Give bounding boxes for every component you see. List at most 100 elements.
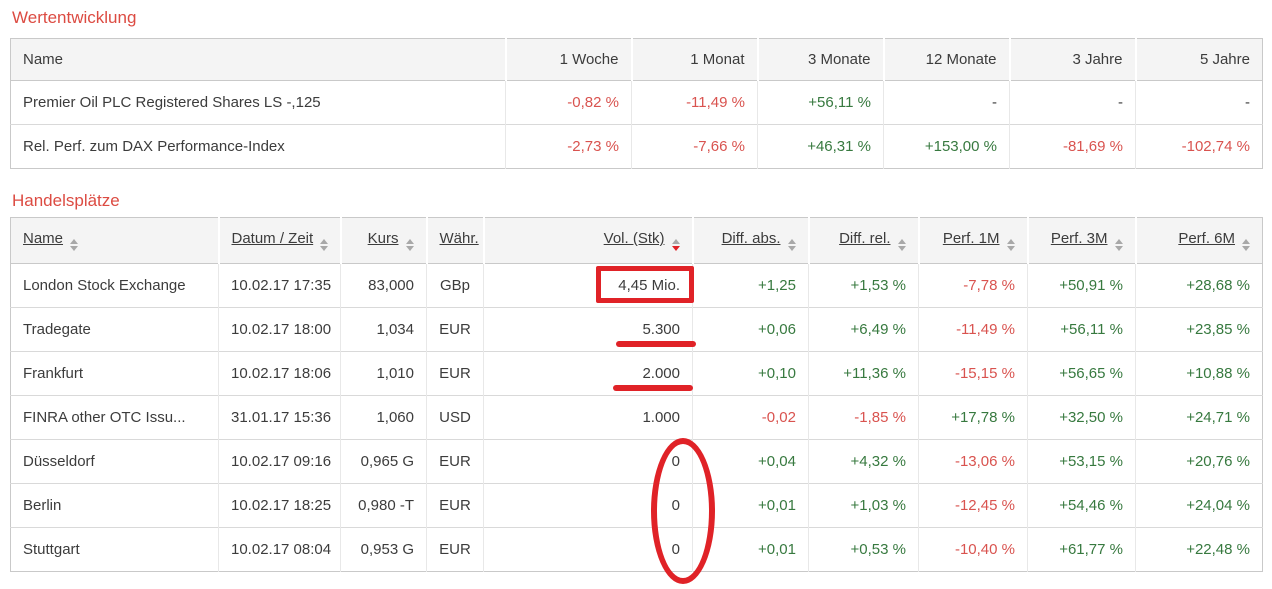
venue-volume: 5.300 [484, 308, 693, 352]
sort-header-diff-rel[interactable]: Diff. rel. [809, 218, 919, 264]
venue-perf-6m: +10,88 % [1136, 352, 1263, 396]
sort-link-kurs[interactable]: Kurs [368, 230, 414, 251]
sort-icon [788, 239, 796, 251]
venue-name: Düsseldorf [11, 440, 219, 484]
perf-12m-value: +153,00 % [884, 125, 1010, 169]
venue-diff-rel: +4,32 % [809, 440, 919, 484]
venue-datetime: 31.01.17 15:36 [219, 396, 341, 440]
venues-table: Name Datum / Zeit Kurs Währ. Vol. (Stk) … [10, 217, 1263, 572]
sort-link-volume[interactable]: Vol. (Stk) [604, 230, 680, 251]
venue-perf-1m: -10,40 % [919, 528, 1028, 572]
venue-diff-abs: +0,01 [693, 484, 809, 528]
venue-name: Stuttgart [11, 528, 219, 572]
venue-currency: EUR [427, 484, 484, 528]
perf-col-5jahre: 5 Jahre [1136, 39, 1263, 81]
sort-header-perf-3m[interactable]: Perf. 3M [1028, 218, 1136, 264]
perf-3m-value: +56,11 % [758, 81, 884, 125]
venue-datetime: 10.02.17 08:04 [219, 528, 341, 572]
venue-diff-rel: +11,36 % [809, 352, 919, 396]
venue-perf-6m: +23,85 % [1136, 308, 1263, 352]
sort-header-diff-abs[interactable]: Diff. abs. [693, 218, 809, 264]
venue-diff-abs: +0,06 [693, 308, 809, 352]
venue-name: Tradegate [11, 308, 219, 352]
table-row: Frankfurt 10.02.17 18:06 1,010 EUR 2.000… [11, 352, 1263, 396]
sort-icon [898, 239, 906, 251]
venue-kurs: 0,965 G [341, 440, 427, 484]
sort-link-waehrung[interactable]: Währ. [440, 230, 484, 251]
venue-diff-abs: +1,25 [693, 264, 809, 308]
sort-icon [406, 239, 414, 251]
performance-section-title: Wertentwicklung [12, 8, 1262, 28]
perf-col-1woche: 1 Woche [506, 39, 632, 81]
sort-header-name[interactable]: Name [11, 218, 219, 264]
venue-datetime: 10.02.17 18:06 [219, 352, 341, 396]
table-row: Tradegate 10.02.17 18:00 1,034 EUR 5.300… [11, 308, 1263, 352]
venue-volume: 0 [484, 440, 693, 484]
venue-datetime: 10.02.17 17:35 [219, 264, 341, 308]
venue-perf-3m: +61,77 % [1028, 528, 1136, 572]
performance-table: Name 1 Woche 1 Monat 3 Monate 12 Monate … [10, 38, 1263, 169]
sort-header-perf-6m[interactable]: Perf. 6M [1136, 218, 1263, 264]
venue-diff-abs: +0,04 [693, 440, 809, 484]
venue-diff-rel: +0,53 % [809, 528, 919, 572]
perf-5y-value: -102,74 % [1136, 125, 1263, 169]
venue-perf-6m: +28,68 % [1136, 264, 1263, 308]
venue-perf-3m: +56,11 % [1028, 308, 1136, 352]
sort-header-datum-zeit[interactable]: Datum / Zeit [219, 218, 341, 264]
sort-header-perf-1m[interactable]: Perf. 1M [919, 218, 1028, 264]
instrument-name: Rel. Perf. zum DAX Performance-Index [11, 125, 506, 169]
instrument-name: Premier Oil PLC Registered Shares LS -,1… [11, 81, 506, 125]
venue-perf-6m: +22,48 % [1136, 528, 1263, 572]
venue-kurs: 1,010 [341, 352, 427, 396]
sort-link-name[interactable]: Name [23, 230, 78, 251]
venue-volume: 4,45 Mio. [484, 264, 693, 308]
table-row: Düsseldorf 10.02.17 09:16 0,965 G EUR 0 … [11, 440, 1263, 484]
venue-currency: EUR [427, 308, 484, 352]
sort-link-datum-zeit[interactable]: Datum / Zeit [232, 230, 329, 251]
sort-link-diff-rel[interactable]: Diff. rel. [839, 230, 905, 251]
sort-link-diff-abs[interactable]: Diff. abs. [722, 230, 796, 251]
perf-col-name: Name [11, 39, 506, 81]
venue-currency: EUR [427, 528, 484, 572]
venue-diff-abs: +0,01 [693, 528, 809, 572]
performance-header-row: Name 1 Woche 1 Monat 3 Monate 12 Monate … [11, 39, 1263, 81]
sort-header-kurs[interactable]: Kurs [341, 218, 427, 264]
venue-datetime: 10.02.17 09:16 [219, 440, 341, 484]
venue-diff-abs: +0,10 [693, 352, 809, 396]
table-row: London Stock Exchange 10.02.17 17:35 83,… [11, 264, 1263, 308]
sort-icon [1115, 239, 1123, 251]
sort-link-perf-3m[interactable]: Perf. 3M [1051, 230, 1123, 251]
venue-perf-3m: +54,46 % [1028, 484, 1136, 528]
perf-col-3jahre: 3 Jahre [1010, 39, 1136, 81]
perf-1m-value: -11,49 % [632, 81, 758, 125]
venue-perf-3m: +53,15 % [1028, 440, 1136, 484]
sort-header-waehrung[interactable]: Währ. [427, 218, 484, 264]
venue-kurs: 1,060 [341, 396, 427, 440]
perf-col-3monate: 3 Monate [758, 39, 884, 81]
venue-kurs: 83,000 [341, 264, 427, 308]
venue-diff-rel: +6,49 % [809, 308, 919, 352]
venue-volume: 1.000 [484, 396, 693, 440]
table-row: FINRA other OTC Issu... 31.01.17 15:36 1… [11, 396, 1263, 440]
venue-currency: GBp [427, 264, 484, 308]
sort-header-volume[interactable]: Vol. (Stk) [484, 218, 693, 264]
venue-kurs: 0,980 -T [341, 484, 427, 528]
sort-link-perf-6m[interactable]: Perf. 6M [1178, 230, 1250, 251]
venue-perf-3m: +50,91 % [1028, 264, 1136, 308]
perf-3m-value: +46,31 % [758, 125, 884, 169]
perf-col-1monat: 1 Monat [632, 39, 758, 81]
sort-icon [1007, 239, 1015, 251]
perf-1w-value: -2,73 % [506, 125, 632, 169]
perf-3y-value: -81,69 % [1010, 125, 1136, 169]
venue-currency: USD [427, 396, 484, 440]
venue-diff-abs: -0,02 [693, 396, 809, 440]
venue-currency: EUR [427, 352, 484, 396]
sort-icon [1242, 239, 1250, 251]
perf-3y-value: - [1010, 81, 1136, 125]
venue-perf-1m: -11,49 % [919, 308, 1028, 352]
venue-perf-6m: +24,04 % [1136, 484, 1263, 528]
sort-link-perf-1m[interactable]: Perf. 1M [943, 230, 1015, 251]
perf-5y-value: - [1136, 81, 1263, 125]
venue-datetime: 10.02.17 18:25 [219, 484, 341, 528]
venue-kurs: 1,034 [341, 308, 427, 352]
